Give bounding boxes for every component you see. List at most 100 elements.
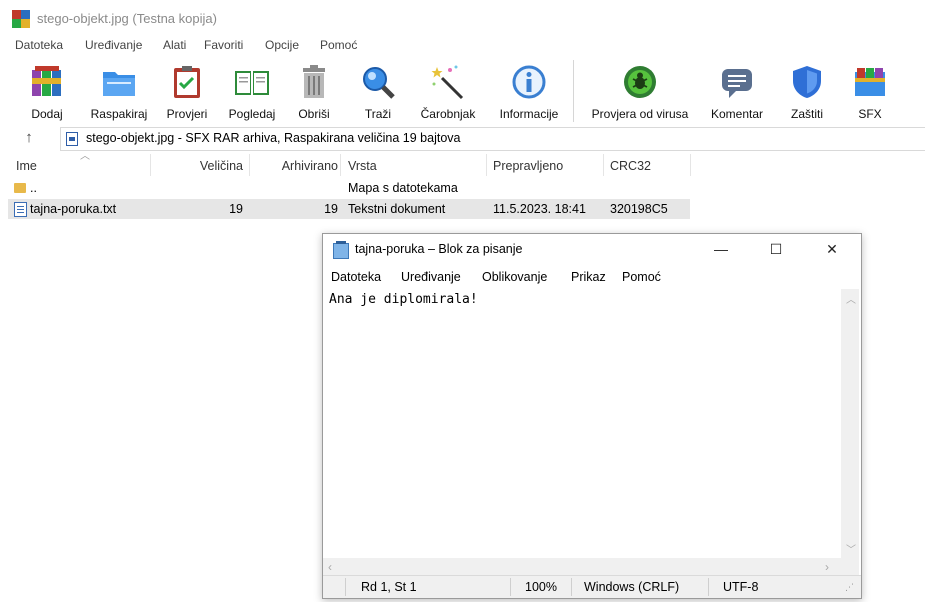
- text-file-icon: [14, 202, 27, 217]
- title-bar: stego-objekt.jpg (Testna kopija): [0, 0, 925, 34]
- notepad-title-bar[interactable]: tajna-poruka – Blok za pisanje — ☐ ✕: [323, 234, 861, 264]
- comment-icon: [719, 64, 755, 100]
- window-title: stego-objekt.jpg (Testna kopija): [37, 11, 217, 26]
- column-divider[interactable]: [690, 154, 691, 176]
- column-header-size-label: Veličina: [199, 159, 243, 173]
- status-zoom: 100%: [525, 580, 557, 594]
- wizard-button[interactable]: Čarobnjak: [415, 60, 481, 124]
- status-divider: [708, 578, 709, 596]
- magnifier-icon: [360, 64, 396, 100]
- address-path: stego-objekt.jpg - SFX RAR arhiva, Raspa…: [86, 131, 461, 145]
- notepad-menu-oblikovanje[interactable]: Oblikovanje: [482, 270, 547, 284]
- resize-grip-icon[interactable]: ⋰: [845, 582, 854, 593]
- column-header-type[interactable]: Vrsta: [341, 154, 486, 176]
- scroll-down-icon[interactable]: ﹀: [846, 541, 856, 556]
- scroll-right-icon[interactable]: ›: [825, 560, 829, 574]
- view-book-icon: [234, 64, 270, 100]
- protect-button[interactable]: Zaštiti: [782, 60, 832, 124]
- toolbar: Dodaj Raspakiraj Provjeri Pogledaj Obriš…: [0, 54, 925, 126]
- status-position: Rd 1, St 1: [361, 580, 417, 594]
- column-header-packed-label: Arhivirano: [281, 159, 338, 173]
- maximize-button[interactable]: ☐: [753, 234, 799, 264]
- winrar-logo-icon: [12, 10, 30, 28]
- notepad-icon: [333, 241, 349, 259]
- info-button[interactable]: Informacije: [493, 60, 565, 124]
- comment-button-label: Komentar: [710, 107, 764, 121]
- menu-pomoc[interactable]: Pomoć: [319, 38, 358, 52]
- notepad-window: tajna-poruka – Blok za pisanje — ☐ ✕ Dat…: [322, 233, 862, 599]
- trash-icon: [296, 64, 332, 100]
- scroll-left-icon[interactable]: ‹: [328, 560, 332, 574]
- status-divider: [345, 578, 346, 596]
- file-type: Mapa s datotekama: [348, 181, 458, 195]
- extract-folder-icon: [101, 64, 137, 100]
- status-divider: [510, 578, 511, 596]
- notepad-menu-uredivanje[interactable]: Uređivanje: [401, 270, 461, 284]
- virus-scan-button-label: Provjera od virusa: [591, 107, 689, 121]
- file-size: 19: [229, 202, 243, 216]
- sfx-icon: [852, 64, 888, 100]
- menu-uredivanje[interactable]: Uređivanje: [84, 38, 143, 52]
- wizard-button-label: Čarobnjak: [420, 107, 476, 121]
- file-crc: 320198C5: [610, 202, 668, 216]
- up-folder-button[interactable]: ↑: [20, 128, 38, 148]
- column-header-type-label: Vrsta: [348, 159, 377, 173]
- delete-button[interactable]: Obriši: [291, 60, 337, 124]
- view-button[interactable]: Pogledaj: [222, 60, 282, 124]
- menu-bar: Datoteka Uređivanje Alati Favoriti Opcij…: [0, 34, 925, 54]
- menu-alati[interactable]: Alati: [162, 38, 187, 52]
- add-button-label: Dodaj: [31, 107, 63, 121]
- list-item-file[interactable]: tajna-poruka.txt 19 19 Tekstni dokument …: [8, 199, 690, 219]
- notepad-menu-prikaz[interactable]: Prikaz: [571, 270, 606, 284]
- column-header-modified[interactable]: Prepravljeno: [487, 154, 603, 176]
- column-header-modified-label: Prepravljeno: [493, 159, 564, 173]
- file-name: ..: [30, 181, 37, 195]
- file-packed-size: 19: [324, 202, 338, 216]
- sfx-button-label: SFX: [858, 107, 882, 121]
- horizontal-scrollbar[interactable]: ‹ ›: [323, 558, 841, 575]
- menu-datoteka[interactable]: Datoteka: [14, 38, 64, 52]
- toolbar-separator: [573, 60, 574, 122]
- info-icon: [511, 64, 547, 100]
- find-button-label: Traži: [364, 107, 392, 121]
- virus-scan-button[interactable]: Provjera od virusa: [581, 60, 699, 124]
- close-button[interactable]: ✕: [809, 234, 855, 264]
- extract-button[interactable]: Raspakiraj: [84, 60, 154, 124]
- scroll-corner: [841, 558, 859, 575]
- column-header-packed[interactable]: Arhivirano: [250, 154, 340, 176]
- protect-button-label: Zaštiti: [790, 107, 823, 121]
- find-button[interactable]: Traži: [356, 60, 400, 124]
- add-button[interactable]: Dodaj: [24, 60, 70, 124]
- column-header-name[interactable]: Ime: [8, 154, 150, 176]
- notepad-menu-datoteka[interactable]: Datoteka: [331, 270, 381, 284]
- archive-file-icon: [66, 132, 78, 146]
- extract-button-label: Raspakiraj: [90, 107, 148, 121]
- menu-favoriti[interactable]: Favoriti: [203, 38, 244, 52]
- shield-icon: [789, 64, 825, 100]
- notepad-menu-pomoc[interactable]: Pomoć: [622, 270, 661, 284]
- minimize-button[interactable]: —: [698, 234, 744, 264]
- column-header-crc[interactable]: CRC32: [604, 154, 690, 176]
- comment-button[interactable]: Komentar: [704, 60, 770, 124]
- notepad-content: Ana je diplomirala!: [329, 292, 478, 307]
- test-button[interactable]: Provjeri: [161, 60, 213, 124]
- notepad-menu-bar: Datoteka Uređivanje Oblikovanje Prikaz P…: [323, 264, 861, 288]
- file-name: tajna-poruka.txt: [30, 202, 117, 216]
- wizard-wand-icon: [430, 64, 466, 100]
- scroll-up-icon[interactable]: ︿: [846, 291, 856, 306]
- list-item-parent-folder[interactable]: .. Mapa s datotekama: [8, 178, 690, 198]
- status-divider: [571, 578, 572, 596]
- status-line-ending: Windows (CRLF): [584, 580, 680, 594]
- file-modified: 11.5.2023. 18:41: [493, 202, 586, 216]
- info-button-label: Informacije: [499, 107, 559, 121]
- notepad-text-area[interactable]: Ana je diplomirala!: [323, 289, 841, 558]
- notepad-title: tajna-poruka – Blok za pisanje: [355, 242, 523, 256]
- folder-icon: [14, 183, 26, 193]
- test-button-label: Provjeri: [166, 107, 208, 121]
- column-header-size[interactable]: Veličina: [151, 154, 249, 176]
- vertical-scrollbar[interactable]: ︿ ﹀: [841, 289, 859, 558]
- sfx-button[interactable]: SFX: [845, 60, 895, 124]
- column-header-crc-label: CRC32: [610, 159, 651, 173]
- menu-opcije[interactable]: Opcije: [264, 38, 300, 52]
- test-clipboard-icon: [169, 64, 205, 100]
